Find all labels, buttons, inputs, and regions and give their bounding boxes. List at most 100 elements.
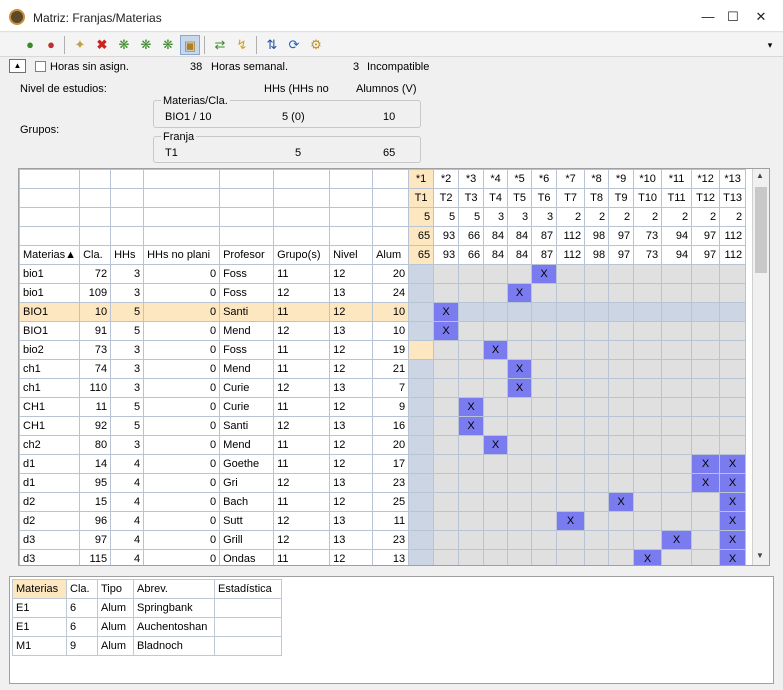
materia-cell[interactable]: bio1 [19, 264, 81, 284]
detail-cell[interactable]: Bladnoch [133, 636, 215, 656]
slot-star[interactable]: *2 [433, 169, 460, 189]
alum-cell[interactable]: 11 [372, 511, 410, 531]
slot-cell[interactable] [719, 302, 747, 322]
alum-cell[interactable]: 20 [372, 435, 410, 455]
assigned-cell[interactable]: X [719, 549, 747, 565]
hhs-cell[interactable]: 5 [110, 397, 145, 417]
slot-cell[interactable] [531, 435, 558, 455]
column-header-alum[interactable]: Alum [372, 245, 410, 265]
slot-cell[interactable] [719, 283, 747, 303]
slot-cell[interactable] [691, 530, 721, 550]
slot-cell[interactable] [584, 530, 610, 550]
slot-cell[interactable] [584, 302, 610, 322]
assigned-cell[interactable]: X [608, 492, 635, 512]
slot-cell[interactable] [458, 378, 485, 398]
collapse-button[interactable]: ▲ [9, 59, 26, 73]
grupo-cell[interactable]: 11 [273, 302, 331, 322]
alum-cell[interactable]: 25 [372, 492, 410, 512]
slot-cell[interactable] [719, 359, 747, 379]
slot-cell[interactable] [608, 549, 635, 565]
materia-cell[interactable]: bio1 [19, 283, 81, 303]
slot-cell[interactable] [507, 302, 533, 322]
hhs-no-plani-cell[interactable]: 0 [143, 264, 221, 284]
hhs-cell[interactable]: 5 [110, 321, 145, 341]
hhs-cell[interactable]: 4 [110, 473, 145, 493]
profesor-cell[interactable]: Santi [219, 302, 275, 322]
nivel-cell[interactable]: 12 [329, 397, 374, 417]
column-header-hhs-no-plani[interactable]: HHs no plani [143, 245, 221, 265]
detail-row[interactable]: M1 9 Alum Bladnoch [12, 636, 282, 656]
slot-cell[interactable] [507, 492, 533, 512]
table-row[interactable]: BIO1 10 5 0 Santi 11 12 10 X [19, 302, 747, 322]
slot-cell[interactable] [719, 321, 747, 341]
assigned-cell[interactable]: X [433, 321, 460, 341]
slot-cell[interactable] [507, 321, 533, 341]
slot-cell[interactable] [458, 264, 485, 284]
slot-name[interactable]: T6 [531, 188, 558, 208]
slot-cell[interactable] [719, 378, 747, 398]
slot-cell[interactable] [719, 340, 747, 360]
slot-cell[interactable] [531, 378, 558, 398]
slot-total[interactable]: 73 [633, 226, 663, 246]
assigned-cell[interactable]: X [719, 473, 747, 493]
table-row[interactable]: d2 15 4 0 Bach 11 12 25 X X [19, 492, 747, 512]
alum-cell[interactable]: 9 [372, 397, 410, 417]
assigned-cell[interactable]: X [531, 264, 558, 284]
slot-cell[interactable] [483, 321, 509, 341]
slot-cell[interactable] [483, 283, 509, 303]
grupo-cell[interactable]: 12 [273, 378, 331, 398]
slot-cell[interactable] [556, 435, 586, 455]
slot-cell[interactable] [531, 454, 558, 474]
slot-cell[interactable] [433, 549, 460, 565]
detail-cell[interactable]: E1 [12, 617, 67, 637]
slot-cell[interactable] [531, 359, 558, 379]
slot-cell[interactable] [633, 340, 663, 360]
materia-cell[interactable]: d3 [19, 549, 81, 565]
slot-star[interactable]: *3 [458, 169, 485, 189]
slot-cell[interactable] [719, 435, 747, 455]
alum-cell[interactable]: 20 [372, 264, 410, 284]
slot-star[interactable]: *4 [483, 169, 509, 189]
cla-cell[interactable]: 15 [79, 492, 112, 512]
slot-cell[interactable] [408, 454, 435, 474]
grupo-cell[interactable]: 11 [273, 264, 331, 284]
materia-cell[interactable]: CH1 [19, 397, 81, 417]
assigned-cell[interactable]: X [483, 435, 509, 455]
nivel-cell[interactable]: 13 [329, 530, 374, 550]
slot-cell[interactable] [633, 302, 663, 322]
nivel-cell[interactable]: 12 [329, 435, 374, 455]
slot-cell[interactable] [691, 359, 721, 379]
materia-cell[interactable]: ch1 [19, 359, 81, 379]
alum-cell[interactable]: 17 [372, 454, 410, 474]
slot-cell[interactable] [633, 473, 663, 493]
slot-cell[interactable] [507, 397, 533, 417]
profesor-cell[interactable]: Foss [219, 264, 275, 284]
hhs-no-plani-cell[interactable]: 0 [143, 378, 221, 398]
slot-cell[interactable] [531, 416, 558, 436]
slot-cell[interactable] [661, 416, 693, 436]
slot-cell[interactable] [661, 511, 693, 531]
grupo-cell[interactable]: 11 [273, 435, 331, 455]
slot-cell[interactable] [584, 549, 610, 565]
profesor-cell[interactable]: Foss [219, 283, 275, 303]
slot-cell[interactable] [633, 264, 663, 284]
slot-name[interactable]: T3 [458, 188, 485, 208]
slot-cell[interactable] [661, 397, 693, 417]
slot-cell[interactable] [433, 397, 460, 417]
assigned-cell[interactable]: X [507, 378, 533, 398]
scroll-down-icon[interactable]: ▼ [756, 551, 764, 560]
slot-total[interactable]: 94 [661, 226, 693, 246]
slot-cell[interactable] [556, 378, 586, 398]
slot-cell[interactable] [433, 283, 460, 303]
hhs-cell[interactable]: 3 [110, 359, 145, 379]
slot-cell[interactable] [458, 321, 485, 341]
slot-cell[interactable] [556, 397, 586, 417]
slot-cell[interactable] [507, 511, 533, 531]
slot-cell[interactable] [608, 340, 635, 360]
profesor-cell[interactable]: Mend [219, 321, 275, 341]
table-row[interactable]: ch1 110 3 0 Curie 12 13 7 X [19, 378, 747, 398]
cluster3-icon[interactable]: ❋ [158, 35, 178, 55]
slot-cell[interactable] [661, 321, 693, 341]
slot-cell[interactable] [531, 549, 558, 565]
slot-cell[interactable] [483, 530, 509, 550]
